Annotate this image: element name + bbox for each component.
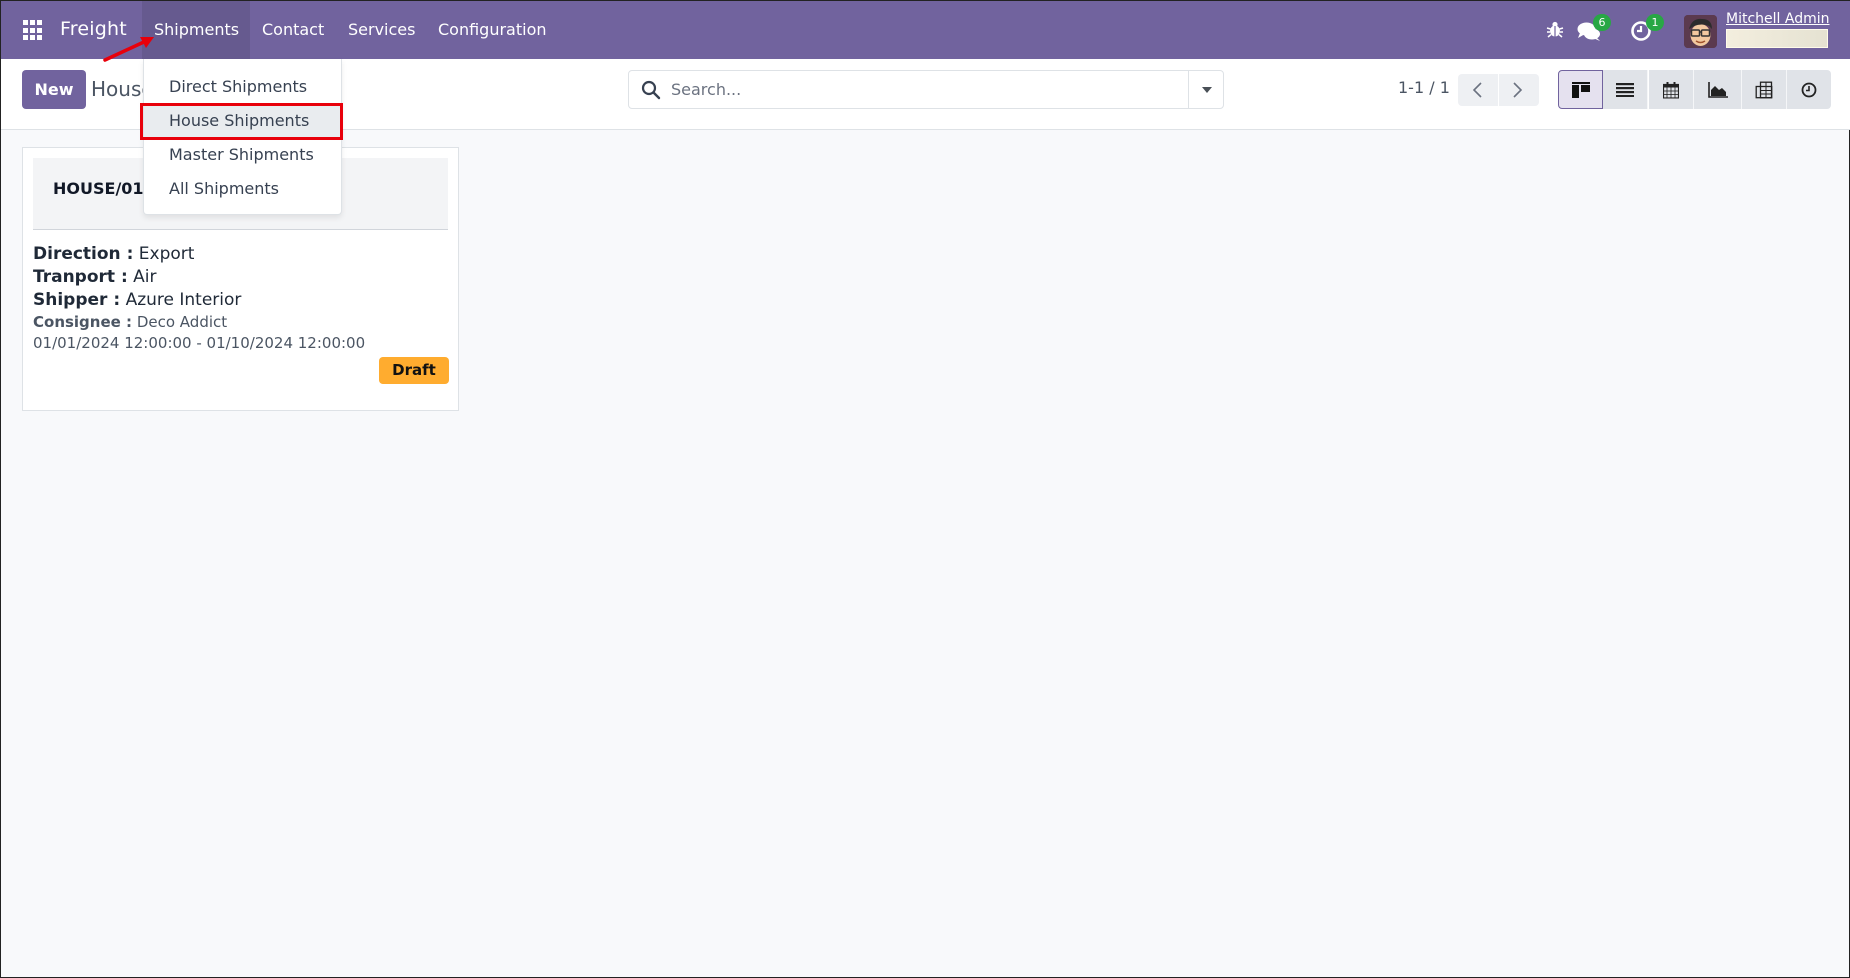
user-name[interactable]: Mitchell Admin bbox=[1726, 11, 1830, 27]
consignee-value: Deco Addict bbox=[136, 313, 228, 331]
new-button[interactable]: New bbox=[22, 70, 86, 109]
view-graph-button[interactable] bbox=[1694, 70, 1742, 109]
calendar-icon bbox=[1663, 81, 1679, 98]
view-activity-button[interactable] bbox=[1787, 70, 1831, 109]
pivot-table-icon bbox=[1755, 81, 1773, 98]
view-pivot-button[interactable] bbox=[1742, 70, 1787, 109]
search-bar bbox=[628, 70, 1224, 109]
direction-field: Direction : Export bbox=[33, 243, 448, 266]
direction-value: Export bbox=[138, 244, 195, 264]
transport-value: Air bbox=[133, 267, 157, 287]
bug-icon[interactable] bbox=[1546, 20, 1564, 38]
chevron-right-icon bbox=[1513, 82, 1523, 98]
menu-shipments[interactable]: Shipments bbox=[142, 1, 250, 59]
consignee-label: Consignee : bbox=[33, 313, 133, 331]
menu-configuration[interactable]: Configuration bbox=[426, 1, 559, 59]
chevron-left-icon bbox=[1472, 82, 1482, 98]
area-chart-icon bbox=[1707, 81, 1728, 98]
kanban-icon bbox=[1571, 81, 1590, 98]
search-options-toggle[interactable] bbox=[1188, 71, 1224, 108]
search-icon bbox=[641, 80, 661, 100]
top-navbar: Freight Shipments Contact Services Confi… bbox=[1, 1, 1850, 59]
transport-label: Tranport : bbox=[33, 267, 128, 287]
pager-next-button[interactable] bbox=[1499, 74, 1539, 106]
status-badge: Draft bbox=[379, 357, 449, 384]
user-avatar[interactable] bbox=[1684, 15, 1717, 48]
avatar-icon bbox=[1684, 15, 1717, 48]
menu-item-all-shipments[interactable]: All Shipments bbox=[144, 172, 341, 206]
pager-previous-button[interactable] bbox=[1458, 74, 1498, 106]
menu-item-house-shipments[interactable]: House Shipments bbox=[144, 104, 341, 138]
view-calendar-button[interactable] bbox=[1649, 70, 1694, 109]
shipper-label: Shipper : bbox=[33, 290, 121, 310]
apps-grid-icon[interactable] bbox=[23, 20, 44, 41]
card-body: Direction : Export Tranport : Air Shippe… bbox=[33, 243, 448, 354]
view-list-button[interactable] bbox=[1603, 70, 1648, 109]
list-icon bbox=[1616, 82, 1634, 97]
shipper-value: Azure Interior bbox=[125, 290, 242, 310]
pager-value[interactable]: 1-1 / 1 bbox=[1398, 78, 1450, 97]
search-input[interactable] bbox=[671, 71, 1191, 108]
menu-contact[interactable]: Contact bbox=[250, 1, 336, 59]
consignee-field: Consignee : Deco Addict bbox=[33, 312, 448, 333]
date-range: 01/01/2024 12:00:00 - 01/10/2024 12:00:0… bbox=[33, 334, 366, 352]
app-name[interactable]: Freight bbox=[60, 18, 127, 40]
transport-field: Tranport : Air bbox=[33, 266, 448, 289]
direction-label: Direction : bbox=[33, 244, 134, 264]
activities-count-badge: 1 bbox=[1646, 14, 1664, 31]
view-kanban-button[interactable] bbox=[1558, 70, 1603, 109]
card-title: HOUSE/01/ bbox=[53, 179, 150, 198]
company-name-redacted bbox=[1726, 29, 1828, 48]
shipments-dropdown-menu: Direct Shipments House Shipments Master … bbox=[143, 59, 342, 215]
menu-item-master-shipments[interactable]: Master Shipments bbox=[144, 138, 341, 172]
menu-item-direct-shipments[interactable]: Direct Shipments bbox=[144, 70, 341, 104]
clock-icon bbox=[1801, 82, 1817, 97]
messages-count-badge: 6 bbox=[1593, 14, 1611, 31]
menu-services[interactable]: Services bbox=[336, 1, 427, 59]
shipper-field: Shipper : Azure Interior bbox=[33, 289, 448, 312]
